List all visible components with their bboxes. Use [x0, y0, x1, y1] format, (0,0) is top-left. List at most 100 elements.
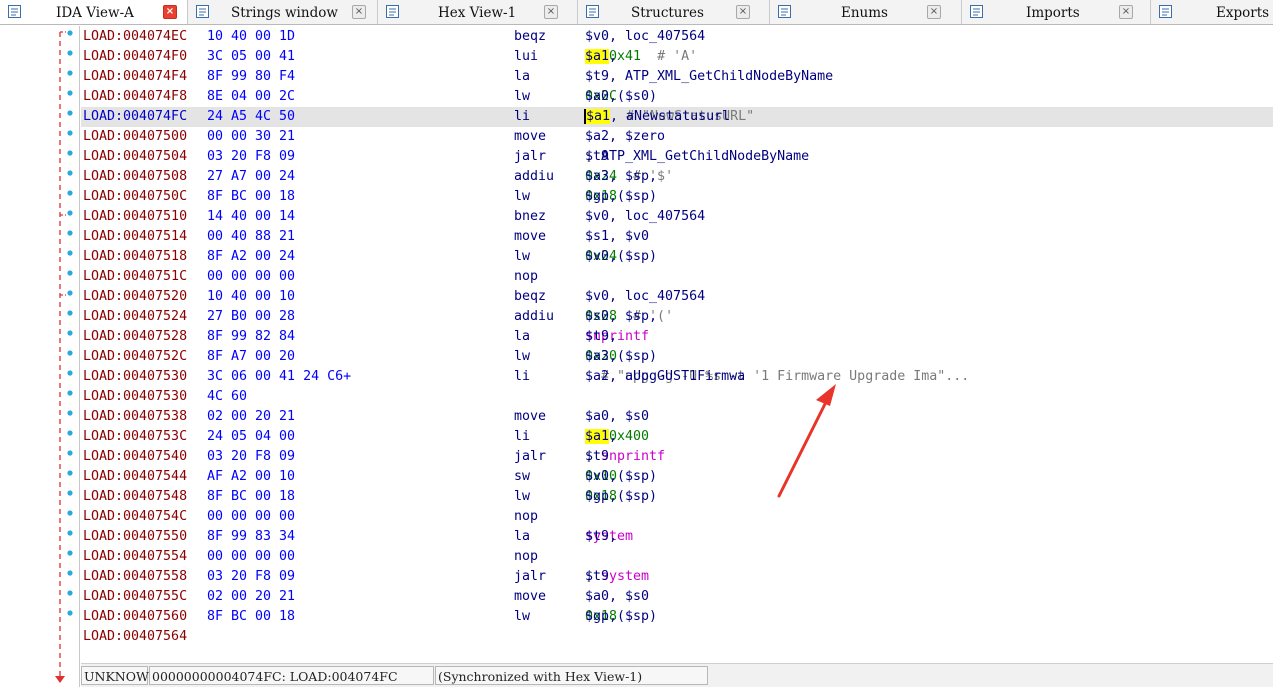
breakpoint-dot[interactable] — [67, 230, 73, 236]
mnemonic[interactable]: li — [514, 367, 530, 387]
mnemonic[interactable]: move — [514, 227, 546, 247]
operands[interactable]: $a3, 0x20 ($sp) — [585, 347, 657, 367]
address[interactable]: LOAD:00407518 — [83, 247, 187, 267]
instruction-row[interactable]: LOAD:00407560 8F BC 00 18 lw $gp, 0x18 ($sp) — [81, 607, 1273, 627]
mnemonic[interactable]: lw — [514, 247, 530, 267]
mnemonic[interactable]: nop — [514, 267, 538, 287]
instruction-row[interactable]: LOAD:00407558 03 20 F8 09 jalr $t9 ; system — [81, 567, 1273, 587]
instruction-row[interactable]: LOAD:00407554 00 00 00 00 nop — [81, 547, 1273, 567]
address[interactable]: LOAD:00407544 — [83, 467, 187, 487]
breakpoint-dot[interactable] — [67, 610, 73, 616]
mnemonic[interactable]: nop — [514, 547, 538, 567]
close-tab-icon[interactable]: × — [927, 5, 941, 19]
instruction-row[interactable]: LOAD:00407504 03 20 F8 09 jalr $t9 ; ATP_XM… — [81, 147, 1273, 167]
close-tab-icon[interactable]: × — [1119, 5, 1133, 19]
address[interactable]: LOAD:00407538 — [83, 407, 187, 427]
operands[interactable]: $t9, snprintf — [585, 327, 649, 347]
mnemonic[interactable]: la — [514, 327, 530, 347]
mnemonic[interactable]: lw — [514, 607, 530, 627]
address[interactable]: LOAD:00407510 — [83, 207, 187, 227]
operands[interactable]: $a3, $sp, 0x24 # '$' — [585, 167, 673, 187]
instruction-row[interactable]: LOAD:00407540 03 20 F8 09 jalr $t9 ; snprin… — [81, 447, 1273, 467]
address[interactable]: LOAD:00407558 — [83, 567, 187, 587]
instruction-row[interactable]: LOAD:004074F0 3C 05 00 41 lui $a1, 0x41 # '… — [81, 47, 1273, 67]
address[interactable]: LOAD:00407504 — [83, 147, 187, 167]
operands[interactable]: $s0, $sp, 0x28 # '(' — [585, 307, 673, 327]
instruction-row[interactable]: LOAD:0040755C 02 00 20 21 move $a0, $s0 — [81, 587, 1273, 607]
instruction-row[interactable]: LOAD:0040751C 00 00 00 00 nop — [81, 267, 1273, 287]
address[interactable]: LOAD:00407550 — [83, 527, 187, 547]
mnemonic[interactable]: li — [514, 427, 530, 447]
address[interactable]: LOAD:0040752C — [83, 347, 187, 367]
breakpoint-dot[interactable] — [67, 530, 73, 536]
address[interactable]: LOAD:00407530 — [83, 387, 187, 407]
current-instruction-row[interactable]: LOAD:004074FC 24 A5 4C 50 li $a1, aNewstatu… — [81, 107, 1273, 127]
instruction-row[interactable]: LOAD:00407520 10 40 00 10 beqz $v0, loc_407… — [81, 287, 1273, 307]
operands[interactable]: $v0, 0x10 ($sp) — [585, 467, 657, 487]
close-tab-icon[interactable]: × — [736, 5, 750, 19]
address[interactable]: LOAD:00407560 — [83, 607, 187, 627]
operands[interactable]: $a2, aUpgGUST1Firmwa # "upg -g -U %s -t … — [585, 367, 969, 387]
instruction-row[interactable]: LOAD:00407508 27 A7 00 24 addiu $a3, $sp, 0… — [81, 167, 1273, 187]
instruction-row[interactable]: LOAD:0040753C 24 05 04 00 li $a1, 0x400 — [81, 427, 1273, 447]
instruction-row[interactable]: LOAD:0040754C 00 00 00 00 nop — [81, 507, 1273, 527]
address[interactable]: LOAD:0040751C — [83, 267, 187, 287]
address[interactable]: LOAD:00407514 — [83, 227, 187, 247]
address[interactable]: LOAD:00407528 — [83, 327, 187, 347]
operands[interactable]: $gp, 0x18 ($sp) — [585, 187, 657, 207]
address[interactable]: LOAD:00407548 — [83, 487, 187, 507]
tab-strings-window[interactable]: Strings window × — [188, 0, 378, 24]
tab-exports[interactable]: Exports — [1151, 0, 1273, 24]
function-name[interactable]: ATP_XML_GetChildNodeByName — [601, 149, 809, 164]
mnemonic[interactable]: addiu — [514, 167, 554, 187]
breakpoint-dot[interactable] — [67, 590, 73, 596]
breakpoint-dot[interactable] — [67, 290, 73, 296]
operands[interactable]: $a1, 0x400 — [585, 427, 649, 447]
highlighted-register[interactable]: $a1 — [585, 429, 610, 444]
breakpoint-dot[interactable] — [67, 350, 73, 356]
close-tab-icon[interactable]: × — [352, 5, 366, 19]
mnemonic[interactable]: jalr — [514, 147, 546, 167]
mnemonic[interactable]: move — [514, 407, 546, 427]
address[interactable]: LOAD:00407554 — [83, 547, 187, 567]
instruction-row[interactable]: LOAD:0040750C 8F BC 00 18 lw $gp, 0x18 ($sp) — [81, 187, 1273, 207]
close-tab-icon[interactable]: × — [544, 5, 558, 19]
instruction-row[interactable]: LOAD:00407550 8F 99 83 34 la $t9, system — [81, 527, 1273, 547]
address[interactable]: LOAD:0040753C — [83, 427, 187, 447]
instruction-row[interactable]: LOAD:00407548 8F BC 00 18 lw $gp, 0x18 ($sp) — [81, 487, 1273, 507]
mnemonic[interactable]: jalr — [514, 447, 546, 467]
mnemonic[interactable]: bnez — [514, 207, 546, 227]
address[interactable]: LOAD:00407540 — [83, 447, 187, 467]
breakpoint-dot[interactable] — [67, 130, 73, 136]
breakpoint-dot[interactable] — [67, 190, 73, 196]
mnemonic[interactable]: lw — [514, 487, 530, 507]
address[interactable]: LOAD:00407520 — [83, 287, 187, 307]
breakpoint-dot[interactable] — [67, 570, 73, 576]
instruction-row[interactable]: LOAD:00407510 14 40 00 14 bnez $v0, loc_407… — [81, 207, 1273, 227]
mnemonic[interactable]: jalr — [514, 567, 546, 587]
address[interactable]: LOAD:004074EC — [83, 27, 187, 47]
instruction-row[interactable]: LOAD:00407528 8F 99 82 84 la $t9, snprintf — [81, 327, 1273, 347]
instruction-row[interactable]: LOAD:00407524 27 B0 00 28 addiu $s0, $sp, 0… — [81, 307, 1273, 327]
operands[interactable]: $a1, aNewstatusurl # "NewStatusURL" — [584, 107, 754, 127]
instruction-row[interactable]: LOAD:004074F4 8F 99 80 F4 la $t9, ATP_XML_G… — [81, 67, 1273, 87]
breakpoint-dot[interactable] — [67, 450, 73, 456]
mnemonic[interactable]: move — [514, 127, 546, 147]
disassembly-listing[interactable]: LOAD:004074EC 10 40 00 1D beqz $v0, loc_407… — [81, 27, 1273, 663]
breakpoint-dot[interactable] — [67, 310, 73, 316]
breakpoint-dot[interactable] — [67, 70, 73, 76]
breakpoint-dot[interactable] — [67, 550, 73, 556]
breakpoint-dot[interactable] — [67, 490, 73, 496]
address[interactable]: LOAD:00407524 — [83, 307, 187, 327]
breakpoint-dot[interactable] — [67, 370, 73, 376]
operands[interactable]: $t9 ; snprintf — [585, 447, 665, 467]
tab-structures[interactable]: Structures × — [578, 0, 770, 24]
instruction-row[interactable]: LOAD:00407530 3C 06 00 41 24 C6+ li $a2, aU… — [81, 367, 1273, 387]
mnemonic[interactable]: beqz — [514, 27, 546, 47]
breakpoint-dot[interactable] — [67, 30, 73, 36]
breakpoint-dot[interactable] — [67, 330, 73, 336]
operands[interactable]: $t9 ; system — [585, 567, 649, 587]
breakpoint-dot[interactable] — [67, 470, 73, 476]
instruction-row[interactable]: LOAD:00407514 00 40 88 21 move $s1, $v0 — [81, 227, 1273, 247]
mnemonic[interactable]: la — [514, 67, 530, 87]
